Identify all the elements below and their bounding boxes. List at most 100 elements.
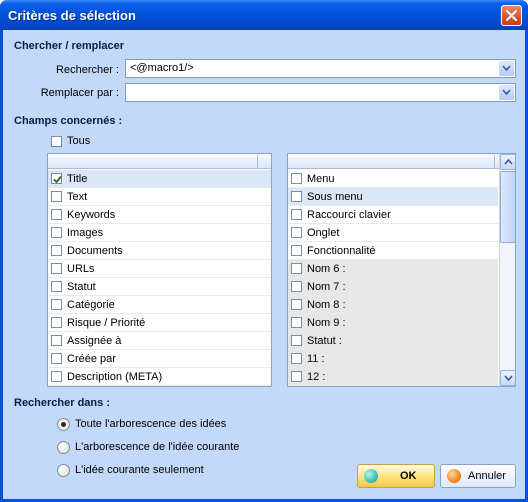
field-checkbox[interactable] (51, 263, 62, 274)
field-row[interactable]: Description (META) (48, 368, 271, 386)
field-label: Text (67, 191, 88, 203)
field-checkbox[interactable] (291, 317, 302, 328)
field-row[interactable]: Nom 7 : (288, 278, 498, 296)
scroll-up-button[interactable] (500, 154, 515, 170)
field-checkbox[interactable] (51, 317, 62, 328)
field-checkbox[interactable] (51, 335, 62, 346)
scope-radio-label: L'arborescence de l'idée courante (75, 441, 240, 453)
dialog-body: Chercher / remplacer Rechercher : <@macr… (3, 30, 525, 499)
field-checkbox[interactable] (291, 299, 302, 310)
ok-button[interactable]: OK (357, 464, 435, 488)
field-label: Nom 6 : (307, 263, 346, 275)
field-row[interactable]: 12 : (288, 368, 498, 386)
find-label: Rechercher : (56, 64, 119, 76)
field-checkbox[interactable] (291, 335, 302, 346)
scope-radio[interactable] (57, 441, 70, 454)
field-row[interactable]: Statut : (288, 332, 498, 350)
chevron-down-icon (504, 375, 513, 381)
field-row[interactable]: Documents (48, 242, 271, 260)
field-checkbox[interactable] (51, 245, 62, 256)
title-bar[interactable]: Critères de sélection (0, 0, 528, 30)
field-row[interactable]: Onglet (288, 224, 498, 242)
field-row[interactable]: Nom 9 : (288, 314, 498, 332)
field-checkbox[interactable] (51, 209, 62, 220)
field-label: Title (67, 173, 88, 185)
field-row[interactable]: Risque / Priorité (48, 314, 271, 332)
field-row[interactable]: Raccourci clavier (288, 206, 498, 224)
field-label: Catégorie (67, 299, 115, 311)
replace-dropdown-button[interactable] (499, 85, 514, 100)
field-label: Keywords (67, 209, 116, 221)
scope-radio-label: Toute l'arborescence des idées (75, 418, 227, 430)
close-button[interactable] (501, 5, 522, 26)
field-row[interactable]: Statut (48, 278, 271, 296)
field-row[interactable]: Title (48, 170, 271, 188)
field-row[interactable]: 11 : (288, 350, 498, 368)
field-label: Nom 9 : (307, 317, 346, 329)
field-label: Raccourci clavier (307, 209, 391, 221)
field-checkbox[interactable] (51, 191, 62, 202)
field-label: 11 : (307, 353, 325, 365)
field-checkbox[interactable] (291, 371, 302, 382)
field-row[interactable]: Assignée à (48, 332, 271, 350)
field-label: Assignée à (67, 335, 122, 347)
search-section-title: Chercher / remplacer (14, 40, 125, 52)
ok-label: OK (400, 470, 417, 482)
field-checkbox[interactable] (51, 173, 62, 184)
cancel-label: Annuler (468, 470, 506, 482)
scope-radio[interactable] (57, 464, 70, 477)
field-row[interactable]: Nom 6 : (288, 260, 498, 278)
scope-radio-label: L'idée courante seulement (75, 464, 204, 476)
scope-section-title: Rechercher dans : (14, 397, 110, 409)
field-label: Onglet (307, 227, 340, 239)
field-row[interactable]: Créée par (48, 350, 271, 368)
dialog-window: Critères de sélection Chercher / remplac… (0, 0, 528, 502)
find-combo[interactable]: <@macro1/> (125, 59, 516, 78)
field-label: Nom 8 : (307, 299, 346, 311)
field-checkbox[interactable] (291, 173, 302, 184)
list-header (288, 154, 515, 169)
fields-scrollbar[interactable] (499, 154, 515, 386)
field-label: Statut : (307, 335, 342, 347)
field-label: Risque / Priorité (67, 317, 146, 329)
field-row[interactable]: Text (48, 188, 271, 206)
fields-list-left: Title Text Keywords Images Documents URLs Stat… (47, 153, 272, 387)
field-checkbox[interactable] (51, 227, 62, 238)
field-row[interactable]: Nom 8 : (288, 296, 498, 314)
field-row[interactable]: Fonctionnalité (288, 242, 498, 260)
field-checkbox[interactable] (51, 281, 62, 292)
field-label: Images (67, 227, 104, 239)
find-dropdown-button[interactable] (499, 61, 514, 76)
field-checkbox[interactable] (51, 371, 62, 382)
field-checkbox[interactable] (291, 353, 302, 364)
field-row[interactable]: Sous menu (288, 188, 498, 206)
field-label: Fonctionnalité (307, 245, 376, 257)
field-checkbox[interactable] (291, 191, 302, 202)
field-checkbox[interactable] (51, 299, 62, 310)
field-row[interactable]: Menu (288, 170, 498, 188)
cancel-button[interactable]: Annuler (440, 464, 516, 488)
field-checkbox[interactable] (291, 227, 302, 238)
scope-radio[interactable] (57, 418, 70, 431)
field-checkbox[interactable] (291, 245, 302, 256)
field-checkbox[interactable] (291, 263, 302, 274)
chevron-down-icon (502, 89, 511, 96)
field-row[interactable]: Keywords (48, 206, 271, 224)
find-value: <@macro1/> (130, 62, 194, 74)
replace-combo[interactable] (125, 83, 516, 102)
field-label: Sous menu (307, 191, 363, 203)
field-row[interactable]: Images (48, 224, 271, 242)
field-label: Nom 7 : (307, 281, 346, 293)
field-checkbox[interactable] (291, 209, 302, 220)
field-checkbox[interactable] (51, 353, 62, 364)
scroll-down-button[interactable] (500, 370, 515, 386)
chevron-down-icon (502, 65, 511, 72)
all-fields-checkbox[interactable] (51, 136, 62, 147)
field-row[interactable]: URLs (48, 260, 271, 278)
field-checkbox[interactable] (291, 281, 302, 292)
field-row[interactable]: Catégorie (48, 296, 271, 314)
field-label: URLs (67, 263, 95, 275)
field-label: 12 : (307, 371, 326, 383)
fields-list-right: Menu Sous menu Raccourci clavier Onglet Fonc… (287, 153, 516, 387)
scroll-thumb[interactable] (500, 171, 515, 243)
